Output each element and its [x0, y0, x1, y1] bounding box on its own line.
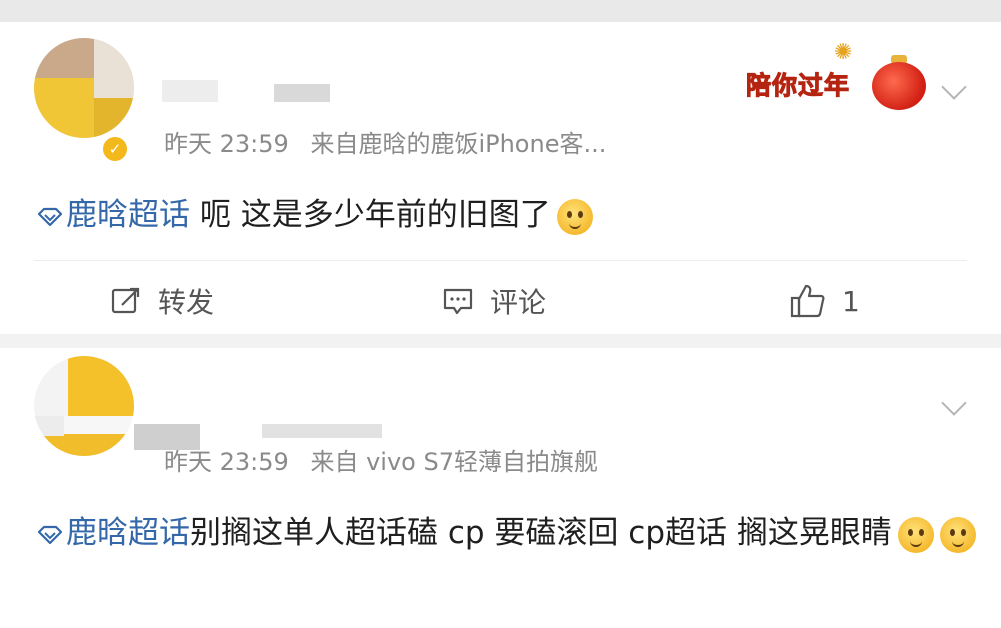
- blushing-face-icon: [939, 516, 976, 553]
- chevron-down-icon[interactable]: [941, 390, 967, 416]
- post-meta: 昨天 23:59 来自 vivo S7轻薄自拍旗舰: [164, 442, 598, 477]
- post-body: 别搁这单人超话磕 cp 要磕滚回 cp超话 搁这晃眼睛: [190, 515, 892, 551]
- super-topic-icon: [37, 207, 63, 226]
- like-count: 1: [842, 284, 860, 318]
- post-card: 昨天 23:59 来自 vivo S7轻薄自拍旗舰 鹿晗超话别搁这单人超话磕 c…: [0, 348, 1001, 628]
- post-day: 昨天: [164, 448, 212, 476]
- topic-link[interactable]: 鹿晗超话: [36, 197, 190, 233]
- username-redacted: [274, 84, 330, 102]
- post-time: 23:59: [219, 448, 289, 476]
- username-redacted: [162, 80, 218, 102]
- post-body: 呃 这是多少年前的旧图了: [190, 197, 551, 233]
- thinking-face-icon: [556, 198, 593, 235]
- like-button[interactable]: 1: [790, 284, 860, 318]
- divider: [34, 260, 967, 261]
- super-topic-icon: [37, 525, 63, 544]
- post-card: ✓ 昨天 23:59 来自鹿晗的鹿饭iPhone客... ✺ 陪你过年 鹿晗超话…: [0, 22, 1001, 334]
- avatar[interactable]: [34, 38, 134, 138]
- post-day: 昨天: [164, 130, 212, 158]
- promo-label: 陪你过年: [745, 71, 851, 101]
- top-strip: [0, 0, 1001, 22]
- post-source: 来自鹿晗的鹿饭iPhone客...: [310, 130, 607, 158]
- repost-icon: [111, 287, 140, 314]
- avatar[interactable]: [34, 356, 134, 456]
- comment-icon: [443, 288, 473, 315]
- post-text: 鹿晗超话 呃 这是多少年前的旧图了: [36, 190, 593, 240]
- post-time: 23:59: [219, 130, 289, 158]
- chevron-down-icon[interactable]: [941, 74, 967, 100]
- comment-label: 评论: [490, 286, 547, 319]
- blushing-face-icon: [897, 516, 934, 553]
- post-text: 鹿晗超话别搁这单人超话磕 cp 要磕滚回 cp超话 搁这晃眼睛: [36, 508, 976, 558]
- comment-button[interactable]: 评论: [442, 284, 547, 319]
- repost-label: 转发: [158, 286, 215, 319]
- verified-badge-icon: ✓: [100, 134, 130, 164]
- thumbs-up-icon: [790, 284, 825, 318]
- post-meta: 昨天 23:59 来自鹿晗的鹿饭iPhone客...: [164, 124, 606, 159]
- topic-link[interactable]: 鹿晗超话: [36, 515, 190, 551]
- firework-icon: ✺: [834, 40, 853, 65]
- repost-button[interactable]: 转发: [110, 284, 215, 319]
- new-year-badge[interactable]: ✺ 陪你过年: [742, 38, 928, 118]
- username-redacted: [262, 424, 382, 438]
- lantern-icon: [872, 62, 926, 110]
- topic-label: 鹿晗超话: [66, 197, 190, 233]
- post-source: 来自 vivo S7轻薄自拍旗舰: [310, 448, 598, 476]
- topic-label: 鹿晗超话: [66, 515, 190, 551]
